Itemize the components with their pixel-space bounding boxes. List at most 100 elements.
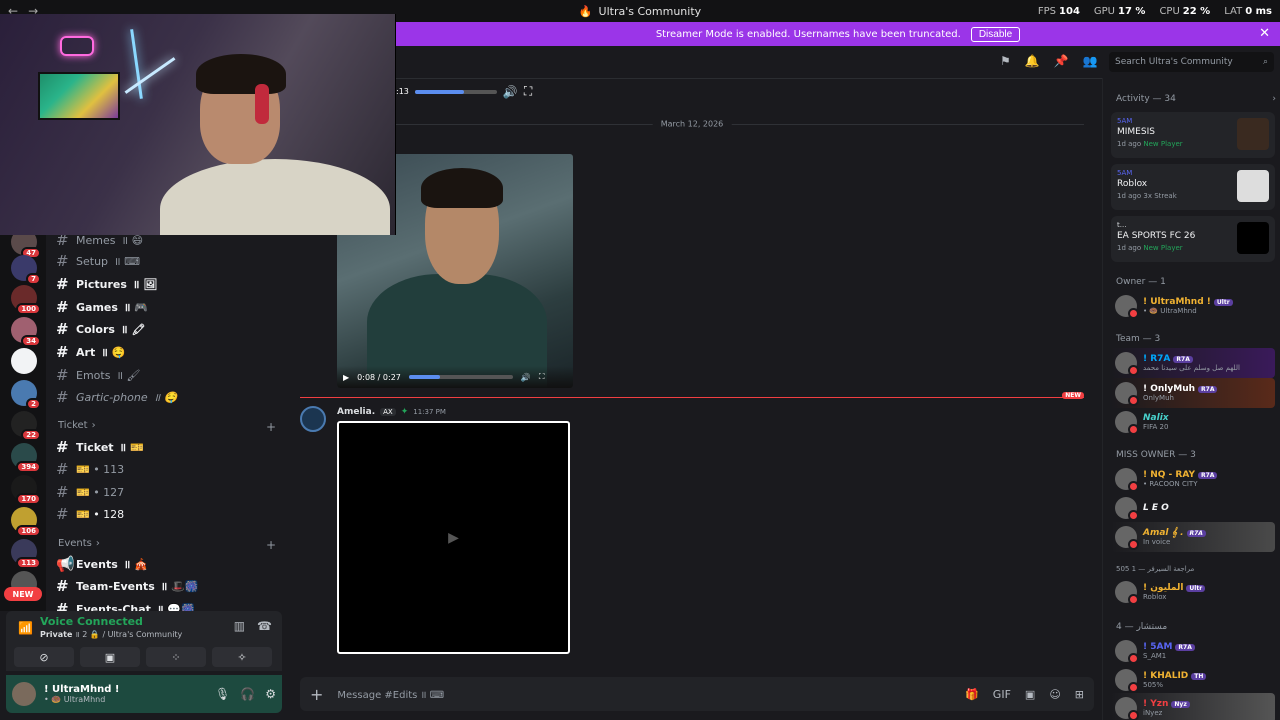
add-attachment-icon[interactable]: + xyxy=(310,685,323,704)
member-item[interactable]: L E O xyxy=(1111,493,1275,523)
channel-ticket[interactable]: # Ticket ॥ 🎫 xyxy=(56,438,144,456)
threads-icon[interactable]: ⚑ xyxy=(1000,54,1011,68)
gif-icon[interactable]: GIF xyxy=(993,688,1011,701)
server-icon[interactable]: 100 xyxy=(11,285,41,315)
activity-card[interactable]: t... EA SPORTS FC 26 1d ago New Player xyxy=(1111,216,1275,262)
activity-header[interactable]: Activity — 34 › xyxy=(1116,94,1276,104)
category-ticket[interactable]: Ticket › + xyxy=(58,420,276,434)
gear-icon[interactable]: ⚙ xyxy=(265,687,276,701)
play-icon[interactable]: ▶ xyxy=(448,530,459,546)
close-icon[interactable]: ✕ xyxy=(1259,26,1270,41)
member-item[interactable]: ! NQ - RAY R7A • RACOON CITY xyxy=(1111,464,1275,494)
server-icon[interactable]: 113 xyxy=(11,539,41,569)
message-header: Amelia. AX ✦ 11:37 PM xyxy=(337,407,446,417)
fullscreen-icon[interactable]: ⛶ xyxy=(524,84,532,99)
channel-art[interactable]: # Art ॥ 🤤 xyxy=(56,343,125,361)
category-events[interactable]: Events › + xyxy=(58,538,276,552)
new-unreads-pill[interactable]: NEW xyxy=(4,587,42,601)
server-icon[interactable]: 7 xyxy=(11,255,41,285)
apps-icon[interactable]: ⊞ xyxy=(1075,688,1084,701)
avatar[interactable] xyxy=(300,406,326,432)
activity-card[interactable]: 5AM Roblox 1d ago 3x Streak xyxy=(1111,164,1275,210)
gift-icon[interactable]: 🎁 xyxy=(965,688,979,701)
screen-share-button[interactable]: ▣ xyxy=(80,647,140,667)
channel-memes[interactable]: # Memes ॥ 😄 xyxy=(56,235,143,249)
owner-section-header: Owner — 1 xyxy=(1116,277,1166,287)
video-controls-top: :13 🔊 ⛶ xyxy=(396,84,532,99)
channel-ticket-113[interactable]: # 🎫 • 113 xyxy=(56,460,124,478)
channel-ticket-127[interactable]: # 🎫 • 127 xyxy=(56,483,124,501)
channel-ticket-128[interactable]: # 🎫 • 128 xyxy=(56,505,124,523)
fullscreen-icon[interactable]: ⛶ xyxy=(539,372,545,382)
channel-colors[interactable]: # Colors ॥ 🖍 xyxy=(56,320,145,338)
volume-icon[interactable]: 🔊 xyxy=(503,85,518,99)
member-item[interactable]: ! Yzn Nyz iNyez xyxy=(1111,693,1275,720)
channel-gartic-phone[interactable]: # Gartic-phone ॥ 🤤 xyxy=(56,388,177,406)
emoji-icon[interactable]: ☺ xyxy=(1049,688,1060,701)
signal-icon[interactable]: 📶 xyxy=(18,621,33,635)
server-icon[interactable]: 106 xyxy=(11,507,41,537)
member-item[interactable]: ! المليون Ultr Roblox xyxy=(1111,577,1275,607)
headphones-icon[interactable]: 🎧 xyxy=(240,687,255,701)
server-icon[interactable]: 22 xyxy=(11,411,41,441)
chevron-right-icon[interactable]: › xyxy=(1272,94,1276,104)
microphone-icon[interactable]: 🎙 xyxy=(215,687,230,701)
game-thumbnail xyxy=(1237,118,1269,150)
composer-icons: 🎁 GIF ▣ ☺ ⊞ xyxy=(965,688,1084,701)
guild-tag[interactable]: AX xyxy=(380,408,396,416)
avatar xyxy=(1115,497,1139,521)
header-divider xyxy=(290,78,1102,79)
channel-pictures[interactable]: # Pictures ॥ 🖼 xyxy=(56,275,157,293)
server-icon[interactable] xyxy=(11,348,37,374)
add-channel-icon[interactable]: + xyxy=(266,538,276,552)
pin-icon[interactable]: 📌 xyxy=(1054,54,1069,68)
cpu-stat: CPU 22 % xyxy=(1159,5,1211,17)
channel-emots[interactable]: # Emots ॥ 🖌 xyxy=(56,366,141,384)
avatar[interactable] xyxy=(12,682,36,706)
activity-card[interactable]: 5AM MIMESIS 1d ago New Player xyxy=(1111,112,1275,158)
channel-setup[interactable]: # Setup ॥ ⌨ xyxy=(56,252,140,270)
server-icon[interactable]: 170 xyxy=(11,475,41,505)
avatar xyxy=(1115,295,1139,319)
member-item[interactable]: ! OnlyMuh R7A OnlyMuh xyxy=(1111,378,1275,408)
disable-button[interactable]: Disable xyxy=(970,26,1021,42)
message-author[interactable]: Amelia. xyxy=(337,407,375,417)
camera-button[interactable]: ⊘ xyxy=(14,647,74,667)
member-item[interactable]: Amal 𝄞 . R7A In voice xyxy=(1111,522,1275,552)
avatar xyxy=(1115,526,1139,550)
bell-icon[interactable]: 🔔 xyxy=(1025,54,1040,68)
disconnect-icon[interactable]: ☎ xyxy=(257,619,272,633)
webcam-overlay xyxy=(0,14,396,235)
activities-icon: ⁘ xyxy=(171,650,181,664)
sticker-icon[interactable]: ▣ xyxy=(1025,688,1035,701)
member-item[interactable]: ! UltraMhnd ! Ultr • 🍩 UltraMhnd xyxy=(1111,291,1275,321)
banner-text: Streamer Mode is enabled. Usernames have… xyxy=(655,28,961,40)
channel-team-events[interactable]: # Team-Events ॥ 🎩🎆 xyxy=(56,577,199,595)
video-progress[interactable] xyxy=(414,89,497,94)
noise-suppression-icon[interactable]: ▥ xyxy=(234,619,245,633)
search-icon: ⌕ xyxy=(1262,57,1268,67)
server-icon[interactable]: 34 xyxy=(11,317,41,347)
channel-events-chat[interactable]: # Events-Chat ॥ 💬🎆 xyxy=(56,600,195,611)
member-item[interactable]: ! KHALID TH 505% xyxy=(1111,665,1275,695)
search-input[interactable]: Search Ultra's Community ⌕ xyxy=(1109,52,1274,72)
server-icon[interactable]: 394 xyxy=(11,443,41,473)
soundboard-button[interactable]: ✧ xyxy=(212,647,272,667)
volume-icon[interactable]: 🔊 xyxy=(521,373,531,382)
member-item[interactable]: ! 5AM R7A S_AM1 xyxy=(1111,636,1275,666)
server-icon[interactable]: 2 xyxy=(11,380,41,410)
members-icon[interactable]: 👥 xyxy=(1083,54,1098,68)
voice-panel: 📶 Voice Connected Private ॥ 2 🔒 / Ultra'… xyxy=(6,611,282,671)
message-composer[interactable]: + Message #Edits ॥ ⌨ 🎁 GIF ▣ ☺ ⊞ xyxy=(300,677,1094,711)
voice-channel[interactable]: Private ॥ 2 🔒 / Ultra's Community xyxy=(40,629,182,640)
member-item[interactable]: Nalix FIFA 20 xyxy=(1111,407,1275,437)
video-attachment[interactable]: ▶ xyxy=(337,421,570,654)
channel-events[interactable]: 📢 Events ॥ 🎪 xyxy=(56,555,148,573)
member-item[interactable]: ! R7A R7A اللهم صل وسلم على سيدنا محمد xyxy=(1111,348,1275,378)
channel-games[interactable]: # Games ॥ 🎮 xyxy=(56,298,148,316)
play-icon[interactable]: ▶ xyxy=(343,373,349,382)
username[interactable]: ! UltraMhnd ! xyxy=(44,684,119,695)
activities-button[interactable]: ⁘ xyxy=(146,647,206,667)
video-progress[interactable] xyxy=(408,375,513,379)
add-channel-icon[interactable]: + xyxy=(266,420,276,434)
